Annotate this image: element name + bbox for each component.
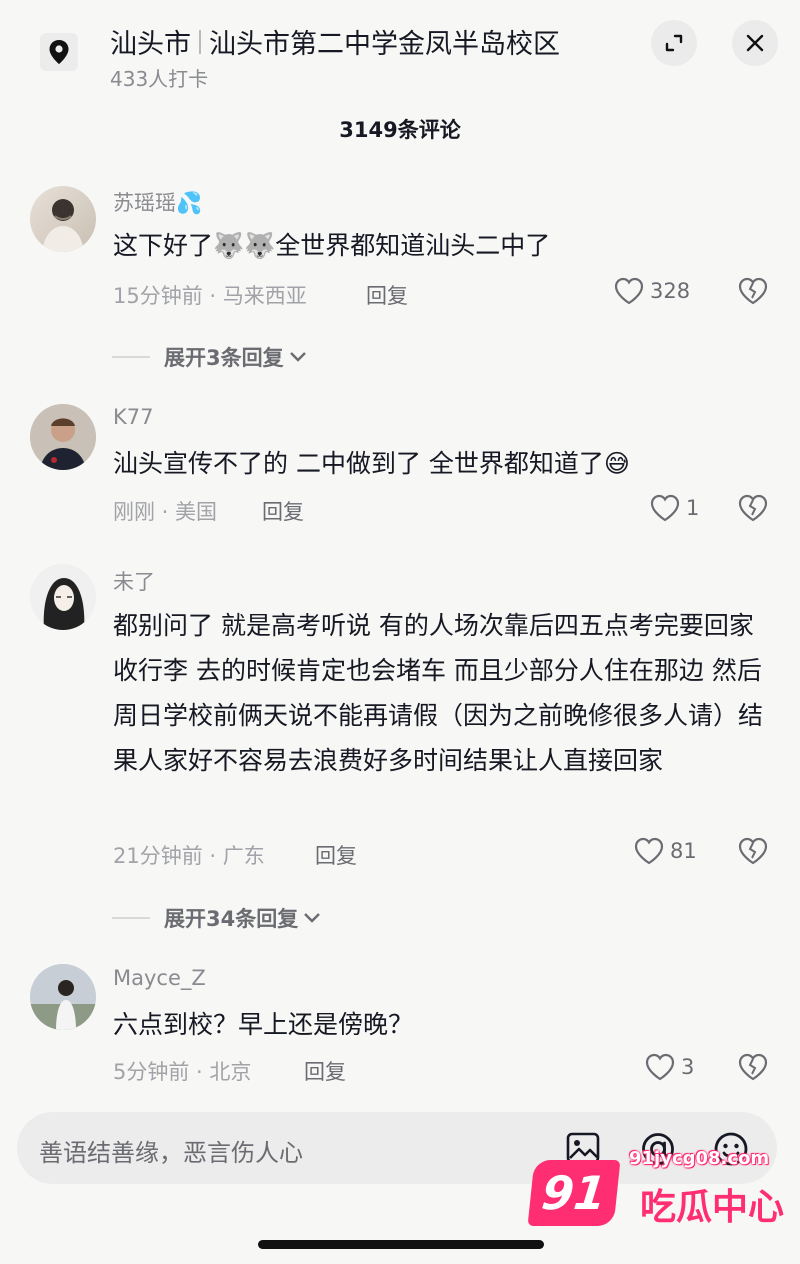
watermark-text: 吃瓜中心 — [640, 1187, 785, 1228]
avatar[interactable] — [30, 186, 96, 252]
location-pin-icon — [40, 33, 78, 71]
comment-region: 广东 — [222, 844, 265, 868]
comment-region: 北京 — [209, 1060, 252, 1084]
comment-time: 5分钟前 — [113, 1060, 190, 1084]
heart-icon — [645, 1053, 675, 1081]
comment-text: 六点到校？早上还是傍晚？ — [113, 1010, 414, 1039]
comment-meta: 5分钟前 · 北京 — [113, 1060, 252, 1084]
title-divider — [199, 29, 201, 54]
checkin-count: 433人打卡 — [110, 67, 209, 91]
broken-heart-icon — [738, 277, 768, 305]
expand-replies-label: 展开3条回复 — [164, 346, 284, 370]
comment-region: 美国 — [175, 500, 218, 524]
comment-text: 这下好了🐺🐺全世界都知道汕头二中了 — [113, 231, 551, 260]
comment-text: 汕头宣传不了的 二中做到了 全世界都知道了😅 — [113, 449, 630, 478]
expand-replies[interactable]: 展开3条回复 — [112, 342, 308, 372]
dislike-button[interactable] — [738, 1053, 768, 1085]
broken-heart-icon — [738, 837, 768, 865]
avatar[interactable] — [30, 564, 96, 630]
divider — [112, 356, 150, 358]
comment-region: 马来西亚 — [222, 284, 307, 308]
location-header: 汕头市 汕头市第二中学金凤半岛校区 433人打卡 — [0, 0, 800, 110]
heart-icon — [650, 494, 680, 522]
chevron-down-icon — [304, 913, 321, 923]
comment-input-placeholder[interactable]: 善语结善缘，恶言伤人心 — [39, 1133, 303, 1168]
reply-button[interactable]: 回复 — [304, 1056, 346, 1086]
comment-time: 刚刚 — [113, 500, 155, 524]
comment-time: 21分钟前 — [113, 844, 203, 868]
heart-icon — [634, 837, 664, 865]
heart-icon — [614, 277, 644, 305]
like-button[interactable]: 328 — [614, 277, 690, 305]
like-count: 328 — [650, 279, 691, 303]
like-count: 3 — [681, 1055, 695, 1079]
watermark-badge: 91 — [527, 1160, 621, 1226]
watermark-url: 91jycg08.com — [629, 1148, 770, 1169]
location-name: 汕头市第二中学金凤半岛校区 — [209, 29, 560, 60]
close-icon — [746, 34, 764, 52]
comment-username[interactable]: 未了 — [113, 566, 155, 596]
city-name: 汕头市 — [110, 29, 191, 60]
comment-meta: 刚刚 · 美国 — [113, 500, 218, 524]
comment-meta: 15分钟前 · 马来西亚 — [113, 284, 307, 308]
avatar[interactable] — [30, 964, 96, 1030]
like-button[interactable]: 81 — [634, 837, 697, 865]
like-count: 81 — [670, 839, 697, 863]
expand-replies[interactable]: 展开34条回复 — [112, 903, 322, 933]
avatar[interactable] — [30, 404, 96, 470]
chevron-down-icon — [289, 352, 306, 362]
comment-username[interactable]: K77 — [113, 405, 154, 429]
reply-button[interactable]: 回复 — [315, 840, 357, 870]
like-button[interactable]: 1 — [650, 494, 699, 522]
location-title[interactable]: 汕头市 汕头市第二中学金凤半岛校区 — [110, 22, 560, 61]
like-count: 1 — [686, 496, 700, 520]
comment-username[interactable]: 苏瑶瑶💦 — [113, 187, 202, 217]
divider — [112, 917, 150, 919]
expand-replies-label: 展开34条回复 — [164, 907, 299, 931]
reply-button[interactable]: 回复 — [262, 496, 304, 526]
comment-text: 都别问了 就是高考听说 有的人场次靠后四五点考完要回家收行李 去的时候肯定也会堵… — [113, 611, 764, 775]
expand-button[interactable] — [651, 20, 697, 66]
home-indicator[interactable] — [258, 1240, 544, 1249]
reply-button[interactable]: 回复 — [366, 280, 408, 310]
expand-icon — [665, 34, 683, 52]
dislike-button[interactable] — [738, 494, 768, 526]
broken-heart-icon — [738, 494, 768, 522]
comment-username[interactable]: Mayce_Z — [113, 966, 206, 990]
comment-time: 15分钟前 — [113, 284, 203, 308]
close-button[interactable] — [732, 20, 778, 66]
broken-heart-icon — [738, 1053, 768, 1081]
comments-count-title: 3149条评论 — [339, 118, 461, 142]
like-button[interactable]: 3 — [645, 1053, 694, 1081]
dislike-button[interactable] — [738, 277, 768, 309]
comment-meta: 21分钟前 · 广东 — [113, 844, 265, 868]
dislike-button[interactable] — [738, 837, 768, 869]
